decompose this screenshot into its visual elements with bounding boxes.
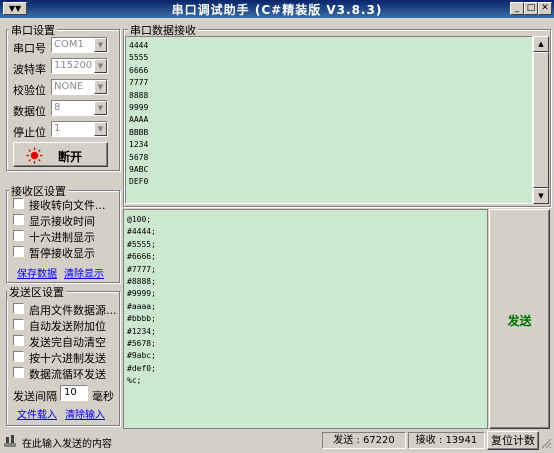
receive-line: 1234 [129, 140, 149, 150]
checkbox-icon[interactable] [13, 367, 24, 378]
receive-line: 7777 [129, 78, 149, 88]
file-source-label: 启用文件数据源... [29, 304, 117, 317]
close-button[interactable]: ✕ [538, 2, 552, 15]
receive-line: 9999 [129, 103, 149, 113]
receive-line: 4444 [129, 41, 149, 50]
auto-append-label: 自动发送附加位 [29, 320, 106, 333]
status-hint: 在此输入发送的内容 [22, 439, 112, 450]
chevron-down-icon[interactable]: ▼ [94, 80, 107, 94]
receive-line: 5555 [129, 53, 149, 63]
receive-line: 9ABC [129, 165, 149, 175]
checkbox-icon[interactable] [13, 335, 24, 346]
send-text-area[interactable]: @100; #4444; #5555; #6666; #7777; #8888; #9999… [123, 209, 488, 429]
send-line: #5678; [127, 339, 156, 349]
show-recv-time-label: 显示接收时间 [29, 215, 95, 228]
interval-label: 发送间隔 [13, 390, 57, 403]
chevron-down-icon[interactable]: ▼ [94, 101, 107, 115]
interval-unit: 毫秒 [92, 390, 114, 403]
send-button[interactable]: 发送 [489, 209, 550, 429]
auto-clear-label: 发送完自动清空 [29, 336, 106, 349]
send-line: #def0; [127, 363, 156, 373]
resize-grip-icon[interactable] [541, 438, 552, 449]
send-line: #4444; [127, 227, 156, 237]
checkbox-icon[interactable] [13, 214, 24, 225]
receive-text-area[interactable]: 4444 5555 6666 7777 8888 9999 AAAA BBBB 1234 5678… [125, 36, 533, 204]
disconnect-button[interactable]: 断开 [13, 142, 108, 167]
port-status-icon [26, 147, 43, 164]
parity-value: NONE [54, 81, 84, 92]
send-label: 发送 [507, 314, 532, 328]
checkbox-icon[interactable] [13, 303, 24, 314]
receive-line: 5678 [129, 152, 149, 162]
parity-select[interactable]: NONE ▼ [51, 79, 108, 95]
port-select[interactable]: COM1 ▼ [51, 37, 108, 53]
receive-line: AAAA [129, 115, 149, 125]
databits-select[interactable]: 8 ▼ [51, 100, 108, 116]
title-bar: ▼▼ 串口调试助手 (C#精装版 V3.8.3) _ □ ✕ [0, 0, 554, 18]
receive-line: 6666 [129, 65, 149, 75]
receive-line: DEF0 [129, 177, 149, 187]
window-title: 串口调试助手 (C#精装版 V3.8.3) [171, 3, 383, 17]
send-line: #1234; [127, 326, 156, 336]
scroll-down-icon[interactable]: ▼ [533, 188, 549, 204]
stopbits-label: 停止位 [13, 126, 46, 139]
checkbox-icon[interactable] [13, 319, 24, 330]
stopbits-value: 1 [54, 123, 61, 134]
pause-recv-label: 暂停接收显示 [29, 247, 95, 260]
send-line: #7777; [127, 264, 156, 274]
loop-send-label: 数据流循环发送 [29, 368, 106, 381]
receive-scrollbar[interactable]: ▲ ▼ [533, 36, 549, 204]
stopbits-select[interactable]: 1 ▼ [51, 121, 108, 137]
receive-line: BBBB [129, 127, 149, 137]
scroll-thumb[interactable] [533, 52, 549, 188]
baud-select[interactable]: 115200 ▼ [51, 58, 108, 74]
minimize-button[interactable]: _ [510, 2, 524, 15]
send-settings-title: 发送区设置 [7, 284, 66, 300]
load-file-link[interactable]: 文件载入 [17, 406, 57, 421]
baud-value: 115200 [54, 60, 93, 71]
baud-label: 波特率 [13, 63, 46, 76]
send-line: #bbbb; [127, 314, 156, 324]
databits-label: 数据位 [13, 105, 46, 118]
chevron-down-icon[interactable]: ▼ [94, 59, 107, 73]
chevron-down-icon[interactable]: ▼ [94, 38, 107, 52]
scroll-up-icon[interactable]: ▲ [533, 36, 549, 52]
send-line: #aaaa; [127, 301, 156, 311]
received-count: 接收 : 13941 [408, 432, 485, 449]
checkbox-icon[interactable] [13, 351, 24, 362]
hex-display-label: 十六进制显示 [29, 231, 95, 244]
serial-settings-title: 串口设置 [9, 22, 57, 38]
reset-count-button[interactable]: 复位计数 [487, 431, 539, 450]
chevron-down-icon[interactable]: ▼ [94, 122, 107, 136]
send-line: #9abc; [127, 351, 156, 361]
port-label: 串口号 [13, 42, 46, 55]
maximize-button[interactable]: □ [524, 2, 538, 15]
checkbox-icon[interactable] [13, 246, 24, 257]
send-line: #8888; [127, 277, 156, 287]
interval-input[interactable]: 10 [60, 385, 88, 401]
send-line: #5555; [127, 239, 156, 249]
clear-display-link[interactable]: 清除显示 [64, 265, 104, 280]
parity-label: 校验位 [13, 84, 46, 97]
recv-to-file-label: 接收转向文件... [29, 199, 106, 212]
send-line: #6666; [127, 252, 156, 262]
sent-count: 发送 : 67220 [322, 432, 406, 449]
hint-icon [4, 435, 16, 447]
receive-line: 8888 [129, 90, 149, 100]
databits-value: 8 [54, 102, 61, 113]
send-line: #9999; [127, 289, 156, 299]
checkbox-icon[interactable] [13, 230, 24, 241]
clear-input-link[interactable]: 清除输入 [65, 406, 105, 421]
hex-send-label: 按十六进制发送 [29, 352, 106, 365]
port-value: COM1 [54, 39, 84, 50]
send-line: @100; [127, 215, 152, 224]
disconnect-label: 断开 [58, 150, 83, 164]
send-line: %c; [127, 376, 142, 386]
save-data-link[interactable]: 保存数据 [17, 265, 57, 280]
checkbox-icon[interactable] [13, 198, 24, 209]
